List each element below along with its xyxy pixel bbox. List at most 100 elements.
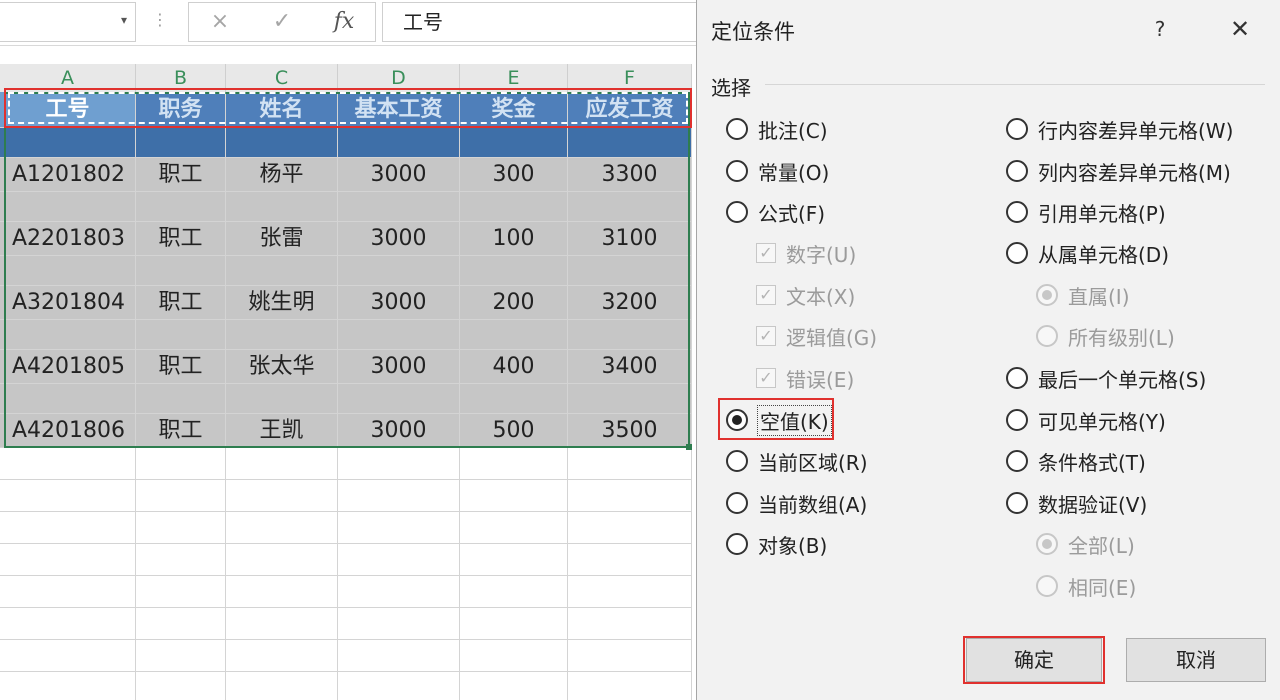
radio-icon[interactable] (726, 533, 748, 555)
header-cell-e[interactable]: 奖金 (460, 92, 568, 128)
grid-cell[interactable] (226, 512, 338, 544)
help-icon[interactable]: ? (1145, 14, 1175, 44)
grid-cell[interactable] (0, 576, 136, 608)
data-cell-e[interactable]: 200 (460, 286, 568, 320)
blank-cell[interactable] (338, 256, 460, 286)
grid-cell[interactable] (460, 576, 568, 608)
grid-cell[interactable] (338, 512, 460, 544)
blank-cell[interactable] (226, 384, 338, 414)
grid-cell[interactable] (0, 512, 136, 544)
grid-cell[interactable] (226, 448, 338, 480)
radio-icon[interactable] (1006, 160, 1028, 182)
right-option-3[interactable]: 从属单元格(D) (1006, 238, 1169, 268)
data-cell-f[interactable]: 3300 (568, 158, 692, 192)
data-cell-c[interactable]: 杨平 (226, 158, 338, 192)
header-cell-f[interactable]: 应发工资 (568, 92, 692, 128)
radio-icon[interactable] (726, 160, 748, 182)
left-option-1[interactable]: 常量(O) (726, 156, 829, 186)
right-option-0[interactable]: 行内容差异单元格(W) (1006, 114, 1233, 144)
blank-cell[interactable] (338, 384, 460, 414)
radio-icon[interactable] (1006, 242, 1028, 264)
grid-cell[interactable] (0, 640, 136, 672)
header-cell-c[interactable]: 姓名 (226, 92, 338, 128)
grid-cell[interactable] (460, 448, 568, 480)
grid-cell[interactable] (568, 608, 692, 640)
blank-cell[interactable] (136, 384, 226, 414)
grid-cell[interactable] (136, 640, 226, 672)
cancel-button[interactable]: 取消 (1126, 638, 1266, 682)
grid-cell[interactable] (0, 544, 136, 576)
data-cell-f[interactable]: 3400 (568, 350, 692, 384)
grid-cell[interactable] (568, 448, 692, 480)
grid-cell[interactable] (226, 576, 338, 608)
data-cell-e[interactable]: 300 (460, 158, 568, 192)
grid-cell[interactable] (226, 640, 338, 672)
data-cell-a[interactable]: A1201802 (0, 158, 136, 192)
data-cell-c[interactable]: 王凯 (226, 414, 338, 448)
left-option-10[interactable]: 对象(B) (726, 529, 827, 559)
data-cell-a[interactable]: A4201805 (0, 350, 136, 384)
grid-cell[interactable] (568, 640, 692, 672)
blank-cell[interactable] (568, 192, 692, 222)
grid-cell[interactable] (136, 672, 226, 700)
data-cell-d[interactable]: 3000 (338, 350, 460, 384)
radio-icon[interactable] (1006, 450, 1028, 472)
column-header-b[interactable]: B (136, 64, 226, 92)
data-cell-b[interactable]: 职工 (136, 158, 226, 192)
radio-icon[interactable] (726, 201, 748, 223)
grid-cell[interactable] (338, 448, 460, 480)
grid-cell[interactable] (136, 448, 226, 480)
blank-cell[interactable] (136, 320, 226, 350)
radio-icon[interactable] (726, 409, 748, 431)
radio-icon[interactable] (1006, 492, 1028, 514)
data-cell-c[interactable]: 张雷 (226, 222, 338, 256)
grid-cell[interactable] (568, 576, 692, 608)
blank-cell[interactable] (460, 320, 568, 350)
blank-cell[interactable] (136, 256, 226, 286)
data-cell-d[interactable]: 3000 (338, 222, 460, 256)
insert-function-icon[interactable]: fx (329, 7, 359, 37)
right-option-8[interactable]: 条件格式(T) (1006, 446, 1146, 476)
grid-cell[interactable] (460, 480, 568, 512)
blank-cell[interactable] (568, 320, 692, 350)
data-cell-d[interactable]: 3000 (338, 158, 460, 192)
data-cell-e[interactable]: 100 (460, 222, 568, 256)
grid-cell[interactable] (568, 672, 692, 700)
blank-cell[interactable] (460, 192, 568, 222)
name-box[interactable]: ▾ (0, 2, 136, 42)
column-header-a[interactable]: A (0, 64, 136, 92)
grid-cell[interactable] (136, 608, 226, 640)
grid-cell[interactable] (338, 480, 460, 512)
header-cell-b[interactable]: 职务 (136, 92, 226, 128)
column-header-e[interactable]: E (460, 64, 568, 92)
close-icon[interactable]: ✕ (1225, 14, 1255, 44)
grid-cell[interactable] (338, 576, 460, 608)
blank-cell[interactable] (0, 320, 136, 350)
grid-cell[interactable] (0, 672, 136, 700)
column-header-f[interactable]: F (568, 64, 692, 92)
data-cell-e[interactable]: 500 (460, 414, 568, 448)
right-option-6[interactable]: 最后一个单元格(S) (1006, 363, 1206, 393)
blank-cell[interactable] (460, 256, 568, 286)
blank-cell[interactable] (338, 320, 460, 350)
data-cell-b[interactable]: 职工 (136, 286, 226, 320)
data-cell-a[interactable]: A3201804 (0, 286, 136, 320)
blank-cell[interactable] (0, 256, 136, 286)
grid-cell[interactable] (568, 128, 692, 158)
grid-cell[interactable] (0, 608, 136, 640)
blank-cell[interactable] (460, 384, 568, 414)
grid-cell[interactable] (136, 544, 226, 576)
grid-cell[interactable] (460, 544, 568, 576)
grid-cell[interactable] (460, 128, 568, 158)
data-cell-e[interactable]: 400 (460, 350, 568, 384)
data-cell-c[interactable]: 姚生明 (226, 286, 338, 320)
blank-cell[interactable] (226, 192, 338, 222)
blank-cell[interactable] (338, 192, 460, 222)
data-cell-c[interactable]: 张太华 (226, 350, 338, 384)
blank-cell[interactable] (136, 192, 226, 222)
grid-cell[interactable] (136, 512, 226, 544)
grid-cell[interactable] (226, 544, 338, 576)
more-vertical-icon[interactable]: ⋮ (152, 10, 168, 29)
chevron-down-icon[interactable]: ▾ (121, 13, 127, 27)
grid-cell[interactable] (226, 672, 338, 700)
